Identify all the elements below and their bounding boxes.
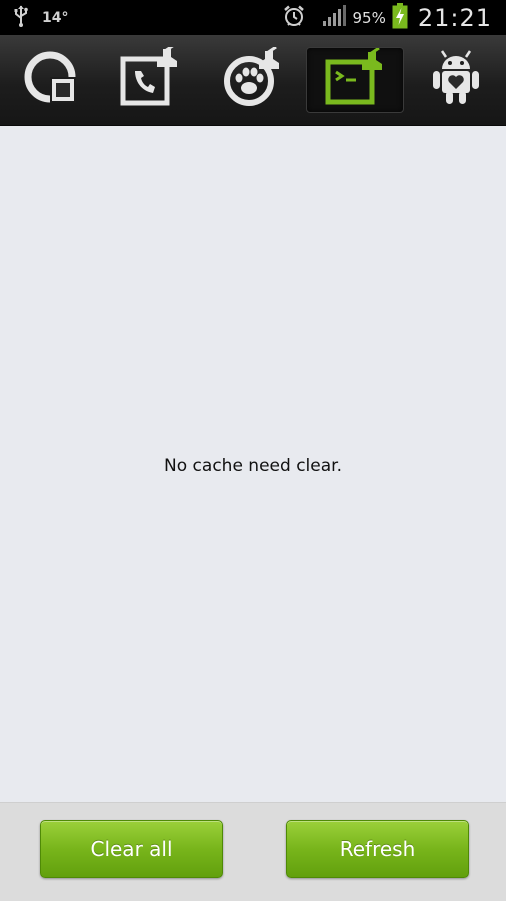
signal-icon: [322, 4, 347, 31]
tab-disk-usage[interactable]: [2, 47, 98, 111]
tab-call-log-cleaner[interactable]: [102, 43, 198, 111]
clock: 21:21: [417, 3, 492, 32]
tab-history-cleaner[interactable]: [204, 45, 300, 111]
tab-android-apps[interactable]: [408, 47, 504, 111]
disk-usage-icon: [20, 47, 80, 111]
usb-icon: [12, 5, 30, 31]
clear-all-button[interactable]: Clear all: [40, 820, 223, 878]
status-bar: 14° 95% 21:21: [0, 0, 506, 35]
refresh-button[interactable]: Refresh: [286, 820, 469, 878]
battery-charging-icon: [392, 2, 408, 33]
history-cleaner-icon: [221, 45, 283, 111]
battery-percent: 95%: [352, 8, 386, 27]
temperature-indicator: 14°: [42, 9, 69, 26]
call-log-cleaner-icon: [119, 43, 181, 111]
alarm-icon: [282, 4, 306, 32]
android-app-icon: [428, 47, 484, 111]
cache-list-area: No cache need clear.: [0, 126, 506, 802]
empty-state-message: No cache need clear.: [164, 456, 342, 476]
cache-cleaner-icon: [324, 46, 386, 112]
bottom-action-bar: Clear all Refresh: [0, 802, 506, 901]
tab-bar: [0, 35, 506, 126]
tab-cache-cleaner[interactable]: [306, 46, 404, 113]
